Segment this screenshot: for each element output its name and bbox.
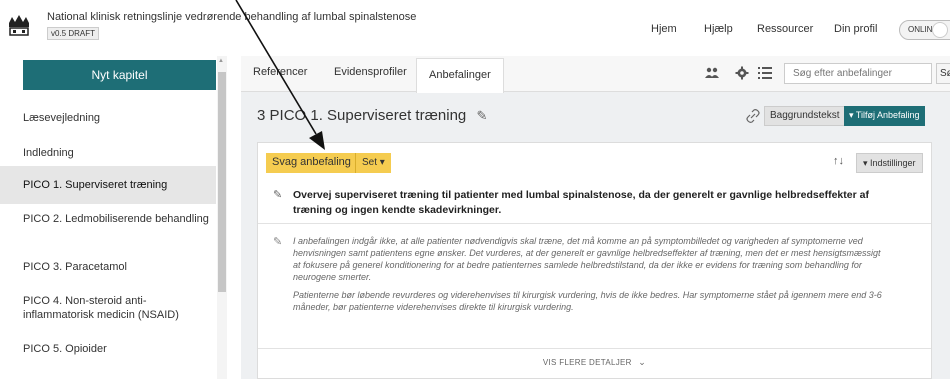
sort-icon[interactable]: ↑↓ [833, 155, 844, 167]
section-number: 3 [257, 107, 266, 124]
recommendation-strength-badge: Svag anbefaling [266, 153, 357, 173]
section-title-text: PICO 1. Superviseret træning [269, 107, 467, 124]
nav-resources-link[interactable]: Ressourcer [757, 23, 813, 35]
practical-note: I anbefalingen indgår ikke, at alle pati… [293, 235, 883, 313]
section-title: 3 PICO 1. Superviseret træning ✎ [257, 107, 487, 124]
edit-pencil-icon[interactable]: ✎ [476, 108, 487, 124]
edit-recommendation-icon[interactable]: ✎ [273, 188, 282, 201]
scrollbar-thumb[interactable] [218, 72, 226, 292]
sidebar-item-pico5[interactable]: PICO 5. Opioider [10, 342, 215, 356]
new-chapter-button[interactable]: Nyt kapitel [23, 60, 216, 90]
sidebar-item-introduction[interactable]: Indledning [10, 146, 215, 160]
sidebar-item-reading-guide[interactable]: Læsevejledning [10, 111, 215, 125]
document-title: National klinisk retningslinje vedrørend… [47, 11, 417, 23]
tab-evidence-profiles[interactable]: Evidensprofiler [334, 66, 407, 78]
link-icon[interactable] [746, 109, 760, 123]
edit-note-icon[interactable]: ✎ [273, 235, 282, 248]
show-more-label: VIS FLERE DETALJER [542, 358, 632, 367]
search-button[interactable]: Søg [936, 63, 950, 84]
version-badge: v0.5 DRAFT [47, 27, 100, 40]
recommendation-card: Svag anbefaling Set ▾ ↑↓ ▾ Indstillinger… [257, 142, 932, 379]
users-icon[interactable] [705, 66, 719, 80]
toggle-knob [932, 22, 948, 38]
search-input[interactable] [784, 63, 932, 84]
show-more-details-button[interactable]: VIS FLERE DETALJER ⌄ [258, 357, 931, 368]
recommendation-text: Overvej superviseret træning til patient… [293, 189, 869, 216]
chapter-sidebar: Nyt kapitel Læsevejledning Indledning PI… [0, 56, 230, 379]
nav-help-link[interactable]: Hjælp [704, 23, 733, 35]
background-text-button[interactable]: Baggrundstekst [764, 106, 846, 126]
nav-profile-link[interactable]: Din profil [834, 23, 877, 35]
nav-home-link[interactable]: Hjem [651, 23, 677, 35]
add-recommendation-button[interactable]: ▾ Tilføj Anbefaling [844, 106, 925, 126]
tab-recommendations[interactable]: Anbefalinger [416, 58, 504, 93]
sidebar-scrollbar[interactable]: ▲ [217, 56, 227, 379]
sidebar-item-pico2[interactable]: PICO 2. Ledmobiliserende behandling [10, 212, 215, 226]
divider [258, 223, 931, 224]
divider [258, 348, 931, 349]
tab-bar: Referencer Evidensprofiler Anbefalinger … [241, 56, 950, 93]
app-root: National klinisk retningslinje vedrørend… [0, 0, 950, 379]
settings-dropdown[interactable]: ▾ Indstillinger [856, 153, 923, 173]
sidebar-item-pico3[interactable]: PICO 3. Paracetamol [10, 260, 215, 274]
main-content: Referencer Evidensprofiler Anbefalinger … [241, 56, 950, 379]
chevron-down-icon: ⌄ [638, 357, 647, 367]
tab-references[interactable]: Referencer [253, 66, 307, 78]
sidebar-item-pico4[interactable]: PICO 4. Non-steroid anti-inflammatorisk … [10, 294, 215, 322]
scroll-up-icon[interactable]: ▲ [218, 58, 224, 64]
note-paragraph-1: I anbefalingen indgår ikke, at alle pati… [293, 236, 881, 282]
list-icon[interactable] [758, 66, 772, 80]
gear-icon[interactable] [735, 66, 749, 80]
sidebar-item-pico1[interactable]: PICO 1. Superviseret træning [0, 166, 216, 204]
crown-logo-icon [9, 15, 29, 36]
note-paragraph-2: Patienterne bør løbende revurderes og vi… [293, 290, 882, 312]
set-strength-dropdown[interactable]: Set ▾ [355, 153, 391, 173]
top-bar: National klinisk retningslinje vedrørend… [0, 0, 950, 56]
online-toggle[interactable]: ONLINE [899, 20, 950, 40]
